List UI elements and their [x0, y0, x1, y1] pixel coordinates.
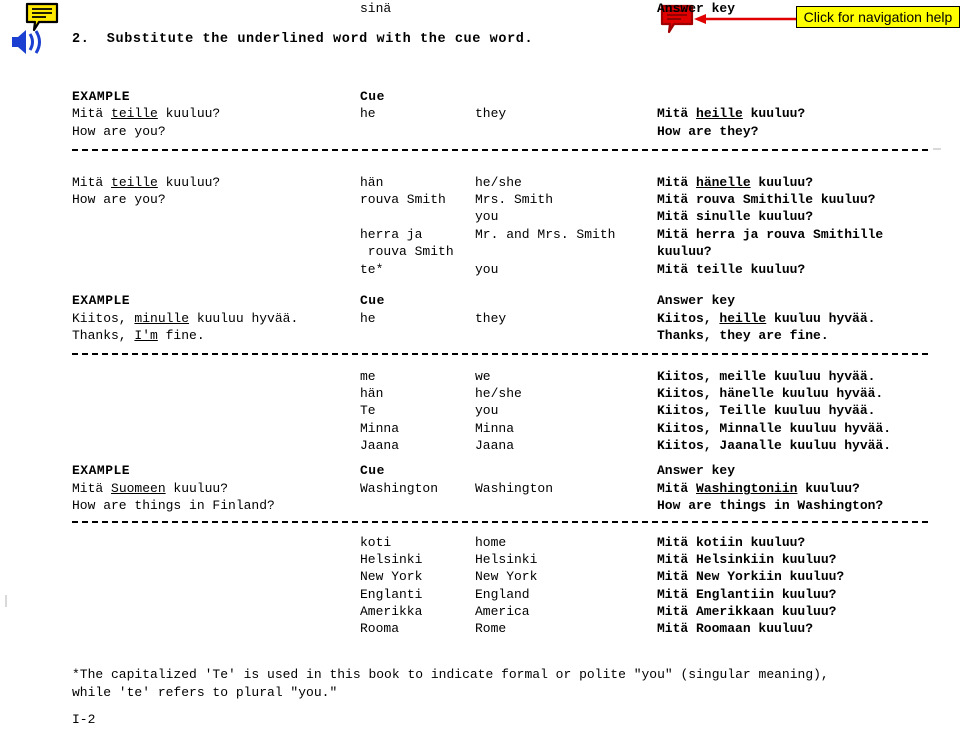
section-2-example-answer-en: Thanks, they are fine. — [657, 328, 829, 343]
scan-artifact — [933, 148, 941, 150]
section-3-cue-header: Cue — [360, 463, 385, 478]
document-page: Click for navigation help 2. Substitute … — [0, 0, 960, 731]
table-row: New York — [360, 569, 423, 584]
section-3-example-source-fi: Mitä Suomeen kuuluu? — [72, 481, 229, 496]
section-2-divider — [72, 353, 928, 355]
table-row: Mitä rouva Smithille kuuluu? — [657, 192, 876, 207]
footnote-line-2: while 'te' refers to plural "you." — [72, 685, 338, 700]
table-row: Mitä Roomaan kuuluu? — [657, 621, 814, 636]
section-1-example-answer-fi: Mitä heille kuuluu? — [657, 106, 806, 121]
table-row: me — [360, 369, 376, 384]
table-row: Mitä sinulle kuuluu? — [657, 209, 814, 224]
table-row: Minna — [475, 421, 515, 436]
table-row: Kiitos, Minnalle kuuluu hyvää. — [657, 421, 892, 436]
table-row: Kiitos, meille kuuluu hyvää. — [657, 369, 876, 384]
table-row: home — [475, 535, 507, 550]
section-2-answer-header: Answer key — [657, 293, 736, 308]
section-2-cue-header: Cue — [360, 293, 385, 308]
table-row: Helsinki — [360, 552, 423, 567]
section-3-example-label: EXAMPLE — [72, 463, 131, 478]
section-1-divider — [72, 149, 928, 151]
section-2-example-cue-fi: he — [360, 311, 376, 326]
section-1-example-source-en: How are you? — [72, 124, 166, 139]
section-3-answer-header: Answer key — [657, 463, 736, 478]
section-1-example-cue-en: they — [475, 106, 507, 121]
table-row: Mitä kotiin kuuluu? — [657, 535, 806, 550]
audio-speaker-icon[interactable] — [8, 26, 48, 58]
table-row: Kiitos, hänelle kuuluu hyvää. — [657, 386, 884, 401]
table-row: te* — [360, 262, 384, 277]
section-2-example-cue-en: they — [475, 311, 507, 326]
table-row: Mitä Helsinkiin kuuluu? — [657, 552, 837, 567]
table-row: we — [475, 369, 491, 384]
page-title: 2. Substitute the underlined word with t… — [72, 32, 534, 47]
section-1-prompt-en: How are you? — [72, 192, 166, 207]
section-3-example-cue-fi: Washington — [360, 481, 439, 496]
section-2-example-label: EXAMPLE — [72, 293, 131, 308]
table-row: you — [475, 403, 499, 418]
table-row: Mitä hänelle kuuluu? — [657, 175, 814, 190]
section-1-example-cue-fi: he — [360, 106, 376, 121]
table-row: he/she — [475, 175, 522, 190]
table-row: hän — [360, 175, 384, 190]
section-3-example-answer-en: How are things in Washington? — [657, 498, 884, 513]
navigation-help-button[interactable]: Click for navigation help — [796, 6, 960, 28]
table-row: Kiitos, Teille kuuluu hyvää. — [657, 403, 876, 418]
section-1-example-answer-en: How are they? — [657, 124, 759, 139]
table-row: New York — [475, 569, 538, 584]
table-row: America — [475, 604, 530, 619]
table-row: Rooma — [360, 621, 400, 636]
table-row: Mr. and Mrs. Smith — [475, 227, 616, 242]
table-row: Jaana — [360, 438, 400, 453]
table-row: Amerikka — [360, 604, 423, 619]
section-2-example-source-fi: Kiitos, minulle kuuluu hyvää. — [72, 311, 299, 326]
section-3-divider — [72, 521, 928, 523]
section-2-example-source-en: Thanks, I'm fine. — [72, 328, 205, 343]
table-row: Mitä Amerikkaan kuuluu? — [657, 604, 837, 619]
table-row: sinä — [360, 1, 392, 16]
table-row: Te — [360, 403, 376, 418]
section-1-example-source-fi: Mitä teille kuuluu? — [72, 106, 221, 121]
scan-artifact — [5, 595, 7, 607]
table-row: Helsinki — [475, 552, 538, 567]
table-row: he/she — [475, 386, 522, 401]
table-row: kuuluu? — [657, 244, 712, 259]
table-row: Jaana — [475, 438, 515, 453]
section-3-example-cue-en: Washington — [475, 481, 554, 496]
table-row: England — [475, 587, 530, 602]
table-row: herra ja — [360, 227, 423, 242]
table-row: Mitä herra ja rouva Smithille — [657, 227, 884, 242]
section-3-example-answer-fi: Mitä Washingtoniin kuuluu? — [657, 481, 860, 496]
table-row: Mitä teille kuuluu? — [657, 262, 806, 277]
table-row: you — [475, 209, 499, 224]
section-1-answer-header: Answer key — [657, 1, 736, 16]
table-row: Englanti — [360, 587, 423, 602]
section-2-example-answer-fi: Kiitos, heille kuuluu hyvää. — [657, 311, 876, 326]
table-row: Mitä New Yorkiin kuuluu? — [657, 569, 845, 584]
table-row: Rome — [475, 621, 507, 636]
table-row: koti — [360, 535, 392, 550]
table-row: rouva Smith — [360, 192, 446, 207]
table-row: Kiitos, Jaanalle kuuluu hyvää. — [657, 438, 892, 453]
section-1-example-label: EXAMPLE — [72, 89, 131, 104]
table-row: hän — [360, 386, 384, 401]
section-1-prompt-fi: Mitä teille kuuluu? — [72, 175, 221, 190]
page-number: I-2 — [72, 712, 96, 727]
table-row: Mitä Englantiin kuuluu? — [657, 587, 837, 602]
table-row: Minna — [360, 421, 400, 436]
table-row: you — [475, 262, 499, 277]
footnote-line-1: *The capitalized 'Te' is used in this bo… — [72, 667, 829, 682]
table-row: Mrs. Smith — [475, 192, 554, 207]
section-3-example-source-en: How are things in Finland? — [72, 498, 275, 513]
table-row: rouva Smith — [360, 244, 454, 259]
section-1-cue-header: Cue — [360, 89, 385, 104]
